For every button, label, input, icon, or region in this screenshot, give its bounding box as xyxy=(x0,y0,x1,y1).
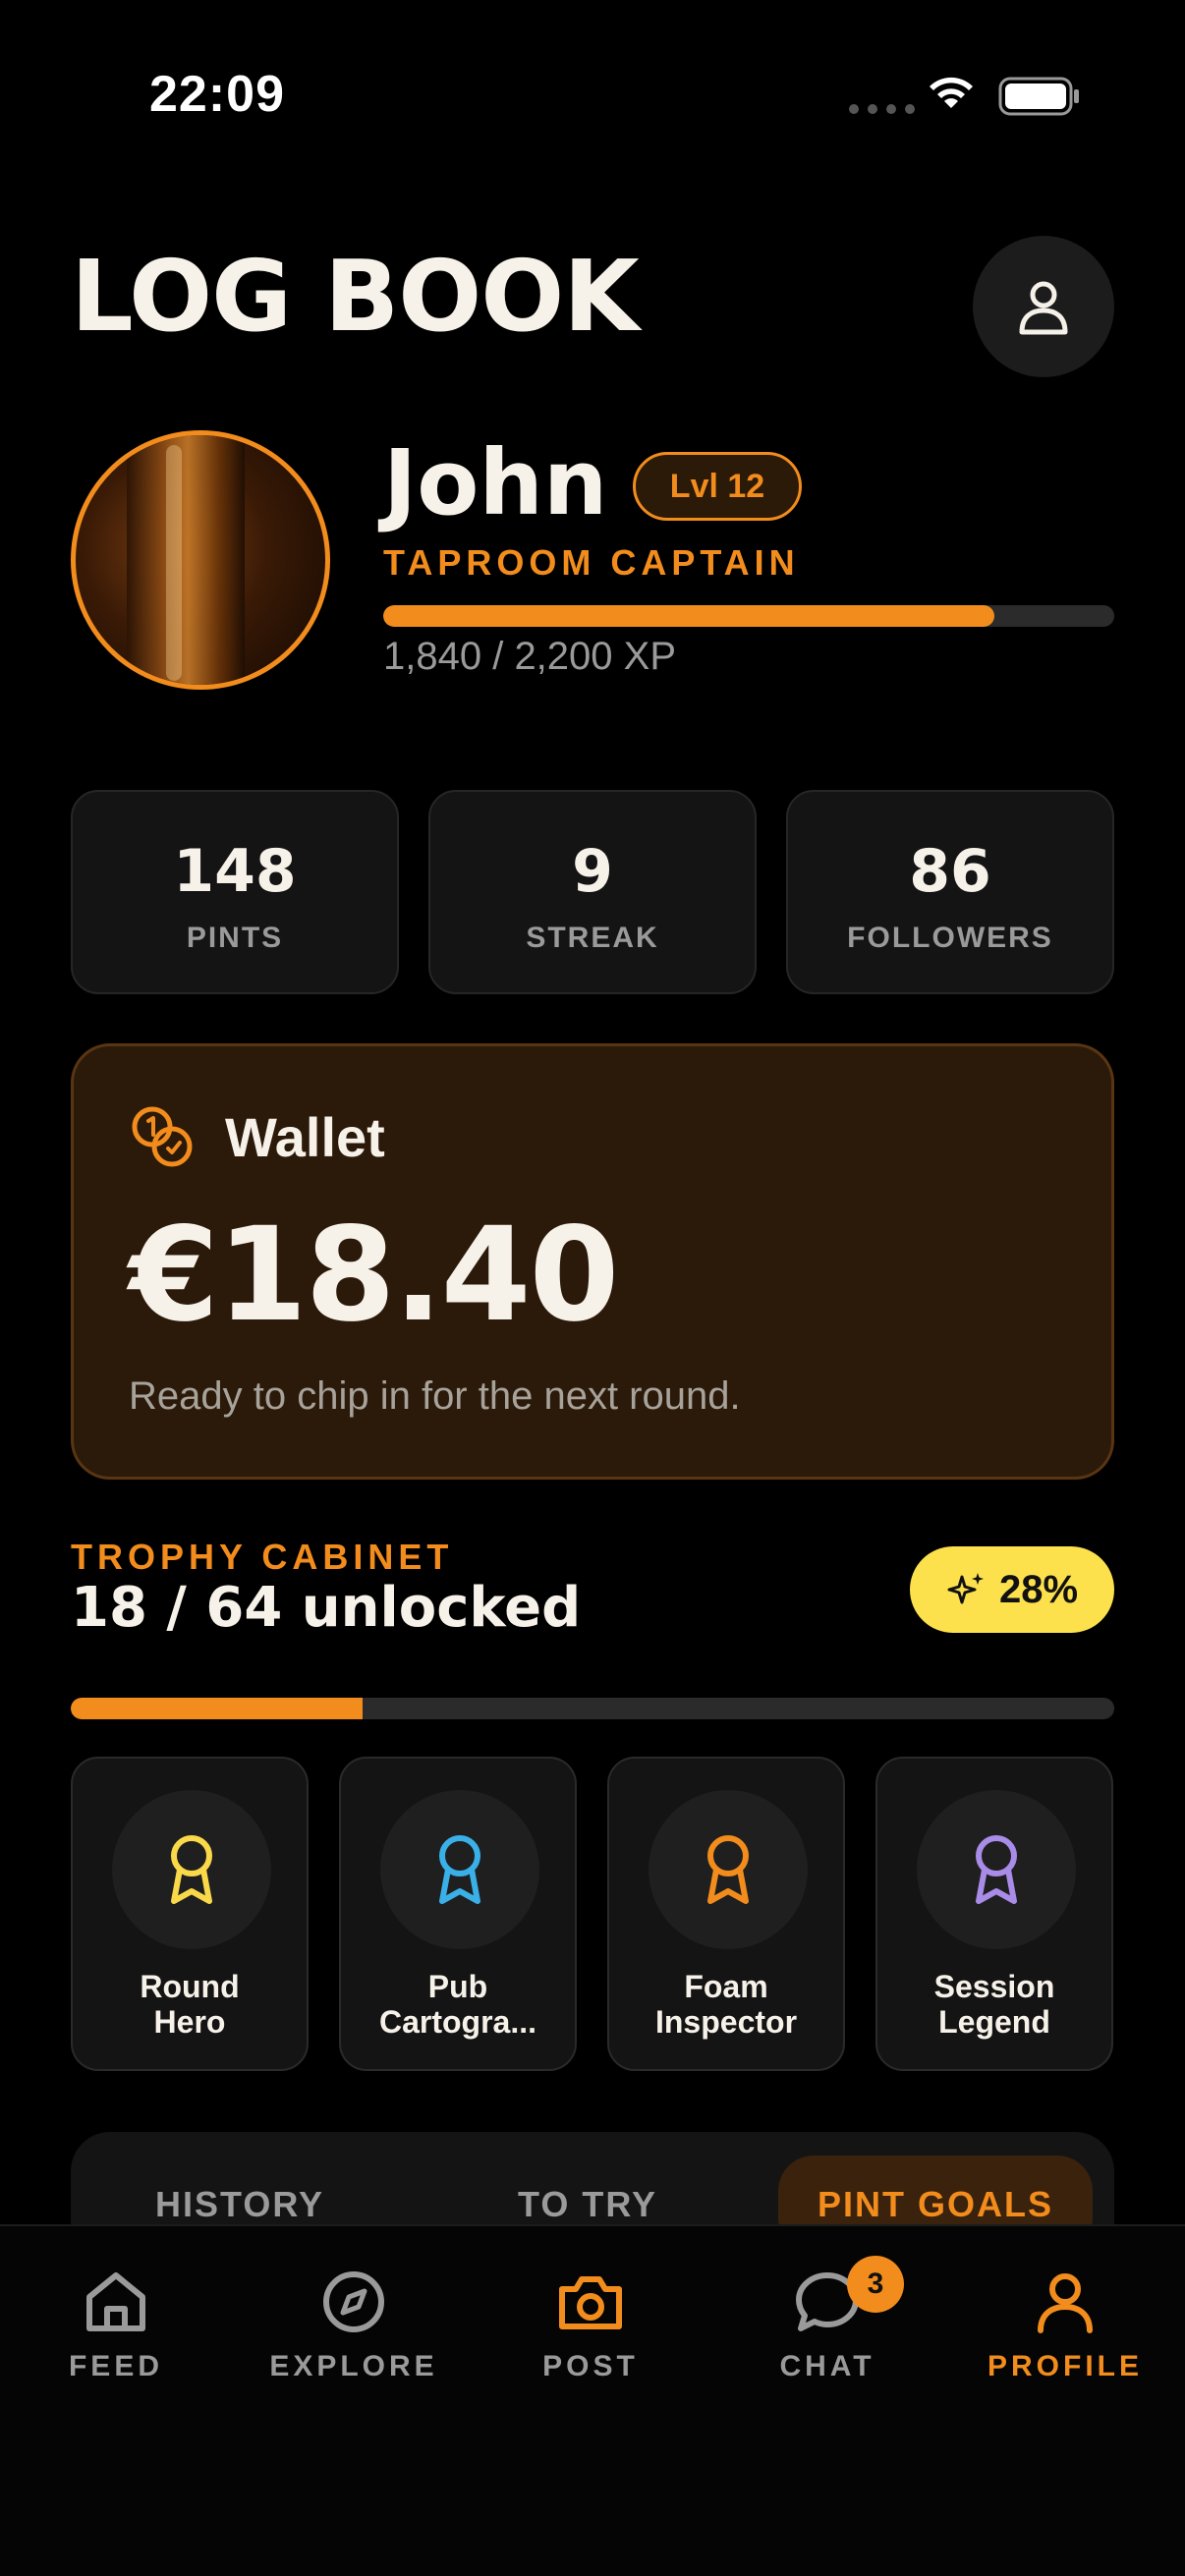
nav-item-post[interactable]: POST xyxy=(473,2269,708,2407)
wallet-amount: €18.40 xyxy=(129,1200,619,1351)
badge-label: Session Legend xyxy=(933,1969,1055,2040)
xp-progress-bar xyxy=(383,605,1114,627)
glass-shine xyxy=(166,445,182,681)
xp-progress-fill xyxy=(383,605,994,627)
badge-card-session-legend[interactable]: Session Legend xyxy=(875,1757,1113,2071)
badge-label: Pub Cartogra... xyxy=(378,1969,537,2040)
nav-label: EXPLORE xyxy=(269,2350,438,2382)
wallet-card[interactable]: Wallet €18.40 Ready to chip in for the n… xyxy=(71,1043,1114,1480)
page-title: LOG BOOK xyxy=(71,239,640,354)
stat-value: 86 xyxy=(909,837,991,906)
stat-value: 9 xyxy=(572,837,613,906)
badge-card-pub-cartographer[interactable]: Pub Cartogra... xyxy=(339,1757,577,2071)
stat-label: STREAK xyxy=(526,922,659,954)
person-icon xyxy=(1019,281,1068,335)
sparkle-icon xyxy=(947,1573,984,1604)
chat-unread-badge: 3 xyxy=(847,2256,904,2313)
nav-item-chat[interactable]: 3 CHAT xyxy=(709,2256,945,2407)
status-bar: 22:09 xyxy=(0,0,1185,196)
nav-label: PROFILE xyxy=(987,2350,1143,2382)
badge-label: Foam Inspector xyxy=(654,1969,798,2040)
badge-card-foam-inspector[interactable]: Foam Inspector xyxy=(607,1757,845,2071)
badge-card-round-hero[interactable]: Round Hero xyxy=(71,1757,309,2071)
badge-label: Round Hero xyxy=(140,1969,240,2040)
bottom-nav: FEED EXPLORE POST 3 CHAT PROFILE xyxy=(0,2224,1185,2576)
award-ribbon-icon xyxy=(976,1835,1017,1904)
trophy-kicker: TROPHY CABINET xyxy=(71,1537,454,1577)
stat-card-streak[interactable]: 9 STREAK xyxy=(428,790,757,994)
badge-circle xyxy=(112,1790,271,1949)
award-ribbon-icon xyxy=(707,1835,749,1904)
stat-card-followers[interactable]: 86 FOLLOWERS xyxy=(786,790,1114,994)
beer-glass-image xyxy=(127,435,245,685)
nav-label: CHAT xyxy=(779,2350,875,2382)
stat-label: FOLLOWERS xyxy=(847,922,1053,954)
signal-icon xyxy=(849,104,915,114)
trophy-percent: 28% xyxy=(998,1567,1079,1611)
wifi-icon xyxy=(930,77,973,108)
stat-label: PINTS xyxy=(186,922,284,954)
badge-circle xyxy=(917,1790,1076,1949)
nav-item-explore[interactable]: EXPLORE xyxy=(236,2269,472,2407)
wallet-title: Wallet xyxy=(225,1106,385,1168)
home-icon xyxy=(86,2272,145,2331)
trophy-percent-badge: 28% xyxy=(910,1546,1114,1633)
xp-text: 1,840 / 2,200 XP xyxy=(383,635,677,678)
trophy-progress-bar xyxy=(71,1698,1114,1719)
nav-item-feed[interactable]: FEED xyxy=(0,2269,234,2407)
avatar[interactable] xyxy=(71,430,330,690)
profile-button[interactable] xyxy=(973,236,1114,377)
person-icon xyxy=(1038,2273,1093,2333)
status-time: 22:09 xyxy=(149,66,285,123)
compass-icon xyxy=(323,2271,384,2332)
nav-label: POST xyxy=(542,2350,639,2382)
award-ribbon-icon xyxy=(171,1835,212,1904)
nav-item-profile[interactable]: PROFILE xyxy=(947,2269,1183,2407)
nav-label: FEED xyxy=(68,2350,163,2382)
wallet-note: Ready to chip in for the next round. xyxy=(129,1374,741,1418)
badge-circle xyxy=(380,1790,539,1949)
user-name: John xyxy=(383,430,608,535)
stat-value: 148 xyxy=(173,837,297,906)
award-ribbon-icon xyxy=(439,1835,480,1904)
camera-icon xyxy=(559,2276,622,2329)
stat-card-pints[interactable]: 148 PINTS xyxy=(71,790,399,994)
badge-circle xyxy=(649,1790,808,1949)
battery-icon xyxy=(998,77,1079,116)
coins-icon xyxy=(132,1106,193,1167)
user-title: TAPROOM CAPTAIN xyxy=(383,542,800,583)
trophy-progress-fill xyxy=(71,1698,364,1719)
level-badge: Lvl 12 xyxy=(633,452,802,521)
trophy-count: 18 / 64 unlocked xyxy=(71,1576,582,1640)
